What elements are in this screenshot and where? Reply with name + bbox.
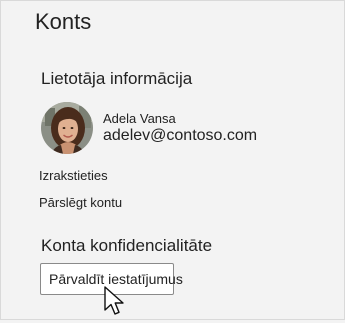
page-title: Konts [35, 9, 92, 34]
mouse-pointer-icon [104, 286, 128, 323]
user-name: Adela Vansa [103, 111, 176, 126]
user-info-heading: Lietotāja informācija [41, 69, 193, 88]
user-email: adelev@contoso.com [103, 127, 258, 144]
avatar [41, 102, 93, 154]
switch-account-link[interactable]: Pārslēgt kontu [39, 195, 122, 210]
sign-out-link[interactable]: Izrakstieties [39, 168, 108, 183]
privacy-heading: Konta konfidencialitāte [41, 236, 213, 255]
avatar-photo [41, 102, 93, 154]
account-panel: Konts Lietotāja informācija Adela Vansa … [0, 0, 345, 320]
